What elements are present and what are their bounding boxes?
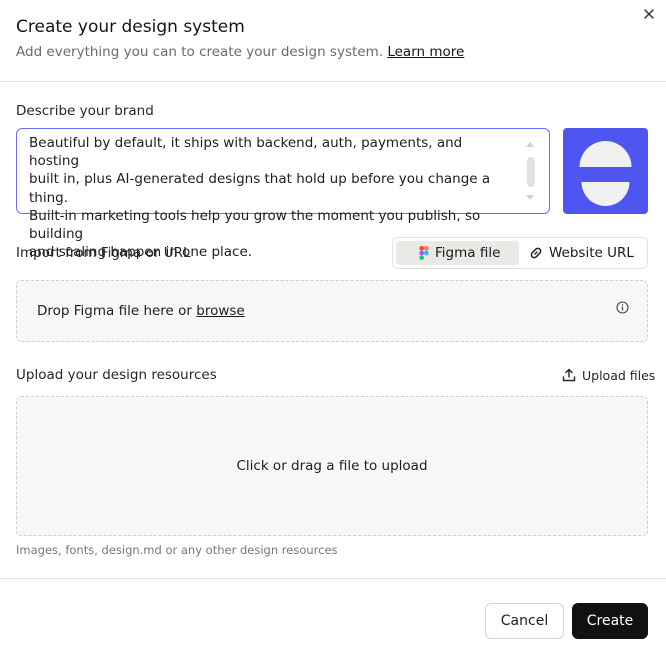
scrollbar-thumb[interactable]: [527, 157, 535, 187]
close-icon: [644, 9, 654, 19]
brand-logo-icon: [579, 141, 632, 206]
dialog-subtitle: Add everything you can to create your de…: [16, 44, 464, 60]
tab-website-url-label: Website URL: [549, 245, 634, 261]
resources-hint: Images, fonts, design.md or any other de…: [16, 543, 338, 557]
tab-figma-file[interactable]: Figma file: [396, 241, 519, 265]
resource-upload-zone[interactable]: Click or drag a file to upload: [16, 396, 648, 536]
upload-icon: [562, 368, 576, 382]
subtitle-text: Add everything you can to create your de…: [16, 44, 384, 60]
close-button[interactable]: [640, 5, 658, 23]
import-source-toggle: Figma file Website URL: [392, 237, 648, 269]
resources-label: Upload your design resources: [16, 367, 217, 383]
dialog-header: Create your design system Add everything…: [0, 0, 666, 82]
brand-logo-preview[interactable]: [563, 128, 648, 214]
upload-files-button[interactable]: Upload files: [562, 366, 655, 384]
learn-more-link[interactable]: Learn more: [387, 44, 464, 60]
brand-label: Describe your brand: [16, 103, 154, 119]
figma-icon: [419, 246, 429, 260]
upload-zone-text: Click or drag a file to upload: [236, 458, 428, 474]
dialog-title: Create your design system: [16, 17, 245, 37]
create-button[interactable]: Create: [572, 603, 648, 639]
tab-website-url[interactable]: Website URL: [523, 241, 644, 265]
link-icon: [530, 247, 542, 259]
upload-files-label: Upload files: [582, 367, 656, 383]
info-icon[interactable]: [616, 301, 629, 314]
footer-divider: [0, 578, 666, 579]
scroll-down-arrow[interactable]: [526, 195, 534, 200]
create-design-system-dialog: Create your design system Add everything…: [0, 0, 666, 657]
figma-drop-text: Drop Figma file here or browse: [37, 303, 245, 319]
browse-link[interactable]: browse: [196, 303, 244, 319]
cancel-button[interactable]: Cancel: [485, 603, 564, 639]
import-label: Import from Figma or URL: [16, 245, 191, 261]
tab-figma-file-label: Figma file: [435, 245, 501, 261]
figma-drop-label: Drop Figma file here or: [37, 303, 192, 319]
brand-description-textarea[interactable]: Beautiful by default, it ships with back…: [16, 128, 550, 260]
figma-drop-zone[interactable]: Drop Figma file here or browse: [16, 280, 648, 342]
scroll-up-arrow[interactable]: [526, 142, 534, 147]
